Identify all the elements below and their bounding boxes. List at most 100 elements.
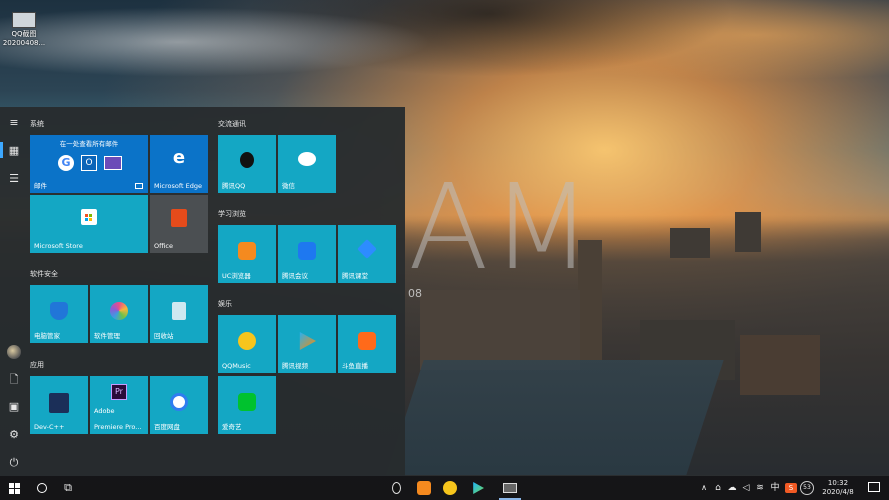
wallpaper-date-text: 08 <box>408 287 422 300</box>
tile-label: 百度网盘 <box>154 423 180 431</box>
tile-label: Office <box>154 242 173 250</box>
tile-label: 微信 <box>282 182 295 190</box>
mail-tile-caption: 在一处查看所有邮件 <box>59 140 119 148</box>
qqmusic-taskbar-icon[interactable] <box>442 480 458 496</box>
desktop-icon-label: 20200408... <box>2 39 46 47</box>
tile-edge[interactable]: e Microsoft Edge <box>150 135 208 193</box>
document-icon[interactable]: 🗋 <box>7 373 21 387</box>
wallpaper-clock-text: AM <box>408 158 595 296</box>
tiles-icon[interactable]: ▦ <box>7 144 21 158</box>
screenshot-taskbar-icon[interactable] <box>502 480 518 496</box>
clock[interactable]: 10:32 2020/4/8 <box>818 479 858 497</box>
sogou-ime-badge: S <box>785 483 797 493</box>
clock-date: 2020/4/8 <box>822 488 854 496</box>
tile-mail[interactable]: 在一处查看所有邮件 G O 邮件 <box>30 135 148 193</box>
tile-tencent-meeting[interactable]: 腾讯会议 <box>278 225 336 283</box>
tile-office[interactable]: Office <box>150 195 208 253</box>
tencent-video-taskbar-icon[interactable] <box>470 480 486 496</box>
baidu-pan-icon <box>170 393 188 411</box>
tile-premiere[interactable]: Pr Adobe Premiere Pro... <box>90 376 148 434</box>
tile-label: 腾讯会议 <box>282 272 308 280</box>
ime-indicator[interactable]: 中 <box>767 480 783 496</box>
tile-label: Microsoft Store <box>34 242 83 250</box>
store-bag-icon <box>81 209 97 225</box>
group-label-learning: 学习浏览 <box>218 210 246 218</box>
outlook-icon: O <box>81 155 97 171</box>
tile-uc-browser[interactable]: UC浏览器 <box>218 225 276 283</box>
edge-icon: e <box>172 147 186 168</box>
notification-count: 53 <box>800 481 814 495</box>
devcpp-icon <box>49 393 69 413</box>
douyu-icon <box>358 332 376 350</box>
task-view-icon[interactable]: ⧉ <box>60 480 76 496</box>
tile-label: 软件管理 <box>94 332 120 340</box>
recycle-bin-icon <box>172 302 186 320</box>
qq-taskbar-icon[interactable] <box>388 480 404 496</box>
tile-recycle-bin[interactable]: 回收站 <box>150 285 208 343</box>
mail-envelope-icon <box>104 156 122 170</box>
tile-label: 腾讯课堂 <box>342 272 368 280</box>
sogou-ime-icon[interactable]: S <box>783 480 799 496</box>
power-icon[interactable]: ⏻ <box>7 456 21 470</box>
tile-label: QQMusic <box>222 362 251 370</box>
active-indicator <box>0 142 3 158</box>
tile-label: 回收站 <box>154 332 174 340</box>
uc-browser-taskbar-icon[interactable] <box>416 480 432 496</box>
action-center-icon[interactable] <box>866 480 882 496</box>
pictures-icon[interactable]: ▣ <box>7 400 21 414</box>
notification-count-badge[interactable]: 53 <box>799 480 815 496</box>
avatar[interactable] <box>7 345 21 359</box>
start-menu: ≡ ▦ ☰ 🗋 ▣ ⚙ ⏻ 系统 在一处查看所有邮件 G O 邮件 e Micr… <box>0 107 405 476</box>
desktop-icon-label: QQ截图 <box>11 30 37 38</box>
tile-qqmusic[interactable]: QQMusic <box>218 315 276 373</box>
wifi-icon[interactable]: ≋ <box>752 480 768 496</box>
tile-label: Dev-C++ <box>34 423 65 431</box>
software-manager-icon <box>110 302 128 320</box>
group-label-apps: 应用 <box>30 361 44 369</box>
tile-tencent-qq[interactable]: 腾讯QQ <box>218 135 276 193</box>
tile-wechat[interactable]: 微信 <box>278 135 336 193</box>
tile-label: 斗鱼直播 <box>342 362 368 370</box>
list-icon[interactable]: ☰ <box>7 172 21 186</box>
tile-label: 爱奇艺 <box>222 423 242 431</box>
desktop-icon-screenshot[interactable]: QQ截图 20200408... <box>2 12 46 48</box>
mail-badge-icon <box>135 183 143 189</box>
hamburger-icon[interactable]: ≡ <box>7 116 21 130</box>
search-icon[interactable] <box>34 480 50 496</box>
clock-time: 10:32 <box>827 479 849 487</box>
tencent-meeting-icon <box>298 242 316 260</box>
tile-devcpp[interactable]: Dev-C++ <box>30 376 88 434</box>
tencent-classroom-icon <box>357 239 377 259</box>
tencent-video-icon <box>299 332 316 350</box>
tile-software-manager[interactable]: 软件管理 <box>90 285 148 343</box>
group-label-entertainment: 娱乐 <box>218 300 232 308</box>
tile-iqiyi[interactable]: 爱奇艺 <box>218 376 276 434</box>
group-label-communication: 交流通讯 <box>218 120 246 128</box>
wallpaper-river <box>386 360 724 475</box>
gmail-g-icon: G <box>58 155 74 171</box>
premiere-icon: Pr <box>111 384 127 400</box>
tile-label: 电脑管家 <box>34 332 60 340</box>
qq-penguin-icon <box>240 152 254 168</box>
tile-label: 邮件 <box>34 182 47 190</box>
uc-browser-icon <box>238 242 256 260</box>
wechat-icon <box>298 152 316 166</box>
tile-tencent-video[interactable]: 腾讯视频 <box>278 315 336 373</box>
wallpaper-parliament <box>420 290 580 370</box>
image-file-icon <box>12 12 36 28</box>
iqiyi-icon <box>238 393 256 411</box>
windows-icon[interactable] <box>6 480 22 496</box>
tile-baidu-pan[interactable]: 百度网盘 <box>150 376 208 434</box>
tile-label: UC浏览器 <box>222 272 251 280</box>
group-label-software-security: 软件安全 <box>30 270 58 278</box>
tile-store[interactable]: Microsoft Store <box>30 195 148 253</box>
tile-tencent-classroom[interactable]: 腾讯课堂 <box>338 225 396 283</box>
office-icon <box>171 209 187 227</box>
tile-douyu[interactable]: 斗鱼直播 <box>338 315 396 373</box>
settings-icon[interactable]: ⚙ <box>7 428 21 442</box>
tile-label: 腾讯视频 <box>282 362 308 370</box>
tile-pc-manager[interactable]: 电脑管家 <box>30 285 88 343</box>
start-rail: ≡ ▦ ☰ 🗋 ▣ ⚙ ⏻ <box>0 107 28 476</box>
taskbar: ⧉ ∧ ⌂ ☁ ◁ ≋ 中 S 53 10:32 2020/4/8 <box>0 476 889 500</box>
tile-label: Microsoft Edge <box>154 182 203 190</box>
